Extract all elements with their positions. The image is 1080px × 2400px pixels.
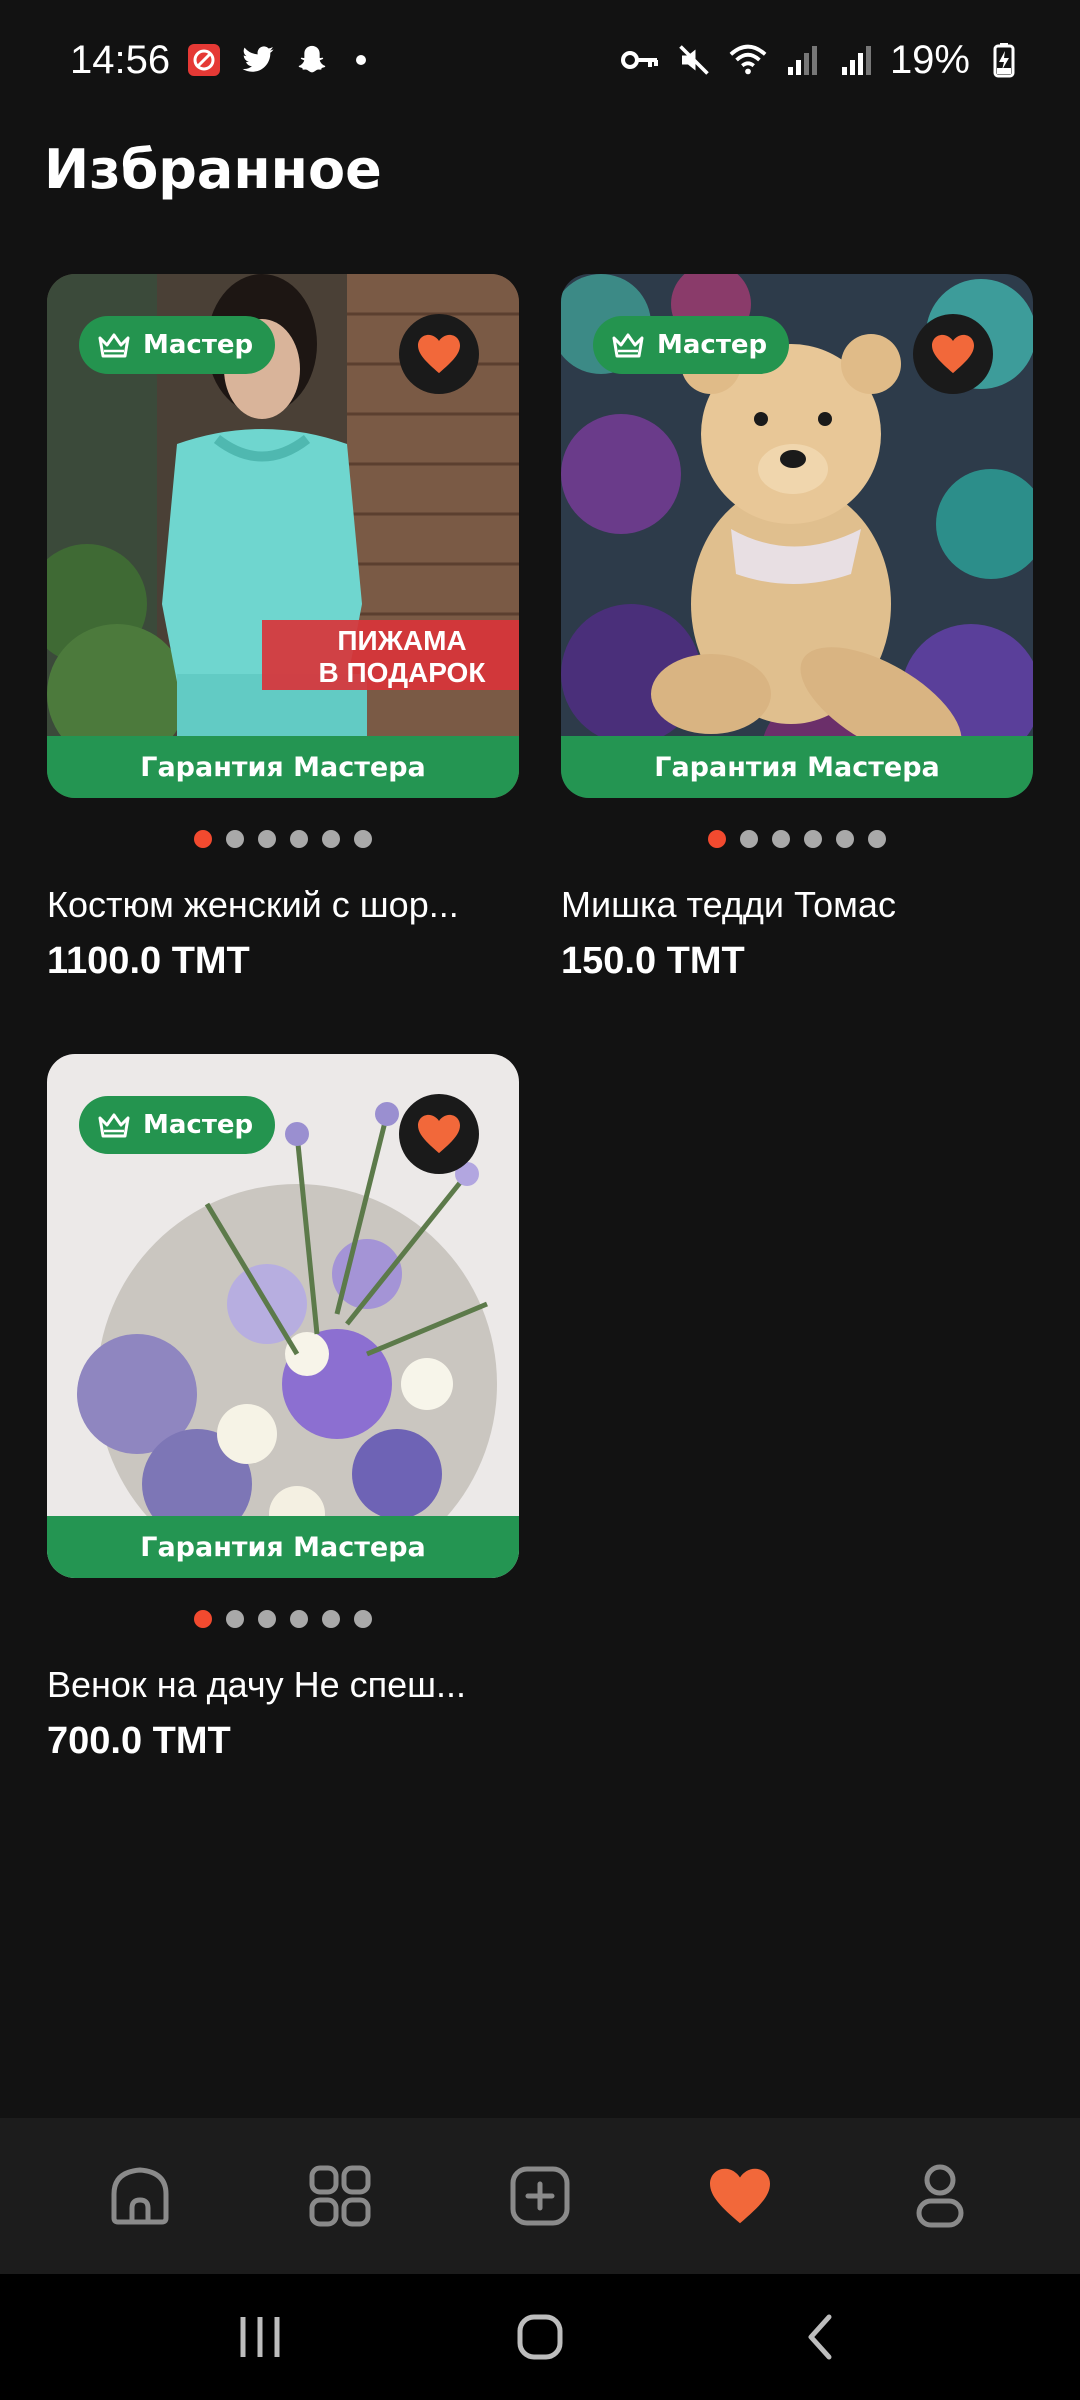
wifi-icon [728,40,768,80]
master-badge-label: Мастер [143,1110,254,1140]
carousel-dot[interactable] [804,830,822,848]
product-title[interactable]: Костюм женский с шор... [47,884,519,926]
app-notification-icon [184,40,224,80]
heart-icon [418,334,460,374]
nav-catalog[interactable] [290,2146,390,2246]
nav-favorites[interactable] [690,2146,790,2246]
carousel-dots [47,1610,519,1628]
master-badge: Мастер [79,316,276,374]
battery-charging-icon [984,40,1024,80]
product-price: 150.0 ТМТ [561,940,745,982]
nav-add-listing[interactable] [490,2146,590,2246]
snapchat-icon [292,40,332,80]
carousel-dot[interactable] [194,830,212,848]
back-button[interactable] [770,2297,870,2377]
guarantee-bar: Гарантия Мастера [47,736,519,798]
page-title: Избранное [44,138,382,201]
heart-icon [932,334,974,374]
product-card[interactable]: Мастер Гарантия Мастера Венок на дачу Не… [47,1054,519,1763]
status-bar: 14:56 19% [0,0,1080,120]
nav-profile[interactable] [890,2146,990,2246]
promo-text: ПИЖАМА [337,625,466,656]
home-circle-icon [517,2314,563,2360]
guarantee-bar: Гарантия Мастера [561,736,1033,798]
favorite-button[interactable] [913,314,993,394]
catalog-grid-icon [309,2165,371,2227]
carousel-dot[interactable] [322,1610,340,1628]
crown-icon [98,1113,130,1138]
home-icon [111,2167,169,2225]
carousel-dots [47,830,519,848]
product-image-carousel[interactable]: Мастер Гарантия Мастера [561,274,1033,798]
product-image-carousel[interactable]: ПИЖАМА В ПОДАРОК Мастер Гарантия Мастера [47,274,519,798]
carousel-dot[interactable] [354,1610,372,1628]
carousel-dot[interactable] [868,830,886,848]
carousel-dot[interactable] [322,830,340,848]
favorite-button[interactable] [399,1094,479,1174]
carousel-dot[interactable] [708,830,726,848]
battery-percent: 19% [889,37,970,82]
carousel-dot[interactable] [226,830,244,848]
mute-icon [674,40,714,80]
carousel-dot[interactable] [258,830,276,848]
signal-icon [782,40,822,80]
heart-icon [418,1114,460,1154]
carousel-dot[interactable] [772,830,790,848]
product-price: 1100.0 ТМТ [47,940,250,982]
master-badge-label: Мастер [657,330,768,360]
status-time: 14:56 [70,37,171,82]
twitter-icon [238,40,278,80]
back-icon [808,2314,832,2360]
master-badge: Мастер [593,316,790,374]
carousel-dot[interactable] [354,830,372,848]
nav-home[interactable] [90,2146,190,2246]
home-button[interactable] [490,2297,590,2377]
favorite-button[interactable] [399,314,479,394]
recents-button[interactable] [210,2297,310,2377]
recents-icon [240,2317,280,2357]
signal-icon [836,40,876,80]
carousel-dots [561,830,1033,848]
vpn-key-icon [620,40,660,80]
master-badge-label: Мастер [143,330,254,360]
bottom-nav [0,2118,1080,2274]
product-image-carousel[interactable]: Мастер Гарантия Мастера [47,1054,519,1578]
profile-icon [916,2164,964,2228]
master-badge: Мастер [79,1096,276,1154]
product-title[interactable]: Венок на дачу Не спеш... [47,1664,519,1706]
product-card[interactable]: Мастер Гарантия Мастера Мишка тедди Тома… [561,274,1033,983]
product-price: 700.0 ТМТ [47,1720,231,1762]
add-listing-icon [510,2166,570,2226]
carousel-dot[interactable] [258,1610,276,1628]
carousel-dot[interactable] [740,830,758,848]
crown-icon [612,333,644,358]
more-notifications-dot [356,55,367,65]
carousel-dot[interactable] [290,1610,308,1628]
carousel-dot[interactable] [226,1610,244,1628]
carousel-dot[interactable] [836,830,854,848]
guarantee-bar: Гарантия Мастера [47,1516,519,1578]
promo-text: В ПОДАРОК [319,657,487,688]
carousel-dot[interactable] [194,1610,212,1628]
crown-icon [98,333,130,358]
carousel-dot[interactable] [290,830,308,848]
system-nav-bar [0,2274,1080,2400]
product-card[interactable]: ПИЖАМА В ПОДАРОК Мастер Гарантия Мастера… [47,274,519,983]
favorites-heart-icon [710,2168,770,2224]
product-title[interactable]: Мишка тедди Томас [561,884,1033,926]
